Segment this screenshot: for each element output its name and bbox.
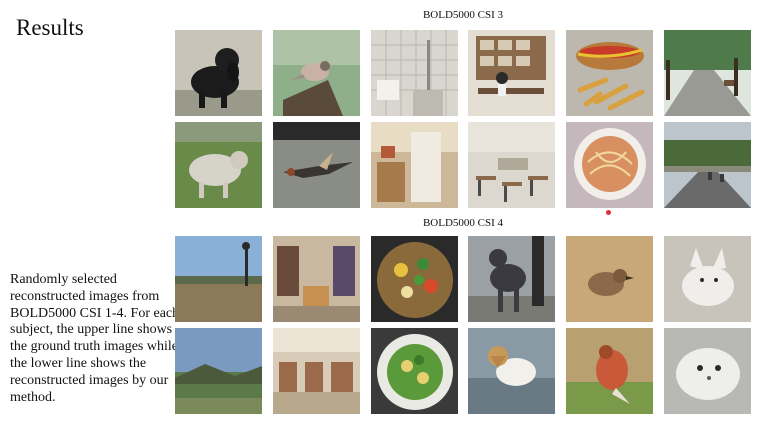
description-text: Randomly selected reconstructed images f…	[10, 272, 180, 405]
image-vegetable-stir-fry	[370, 236, 458, 322]
slide-title: Results	[16, 15, 84, 40]
image-small-bird-on-ground	[566, 236, 654, 322]
reconstructed-row	[175, 122, 751, 208]
image-tree-lined-path	[663, 30, 751, 116]
image-salad-plate	[370, 328, 458, 414]
image-field-with-tower	[175, 236, 262, 322]
image-black-dog-on-grass	[175, 30, 262, 116]
image-library-interior	[272, 236, 360, 322]
reconstructed-row	[175, 328, 751, 414]
section-label-csi3: BOLD5000 CSI 3	[422, 9, 504, 21]
image-office-desk-shelves	[468, 30, 556, 116]
image-grid-csi3	[175, 30, 751, 208]
section-label-csi4: BOLD5000 CSI 4	[422, 217, 504, 229]
image-restaurant-interior	[468, 122, 556, 208]
image-dog-in-water	[468, 328, 556, 414]
image-kitchen-interior	[370, 122, 458, 208]
image-white-fox	[663, 236, 751, 322]
image-tiled-bathroom	[370, 30, 458, 116]
image-noodle-dish	[566, 122, 654, 208]
image-white-furry-animal	[663, 328, 751, 414]
image-grid-csi4	[175, 236, 751, 414]
image-hot-dog-with-fries	[566, 30, 654, 116]
image-road-with-trees	[663, 122, 751, 208]
marker-dot	[606, 210, 611, 215]
ground-truth-row	[175, 236, 751, 322]
image-bird-painting	[566, 328, 654, 414]
image-bird-on-branch	[272, 30, 360, 116]
image-dark-dog-standing	[468, 236, 556, 322]
image-flying-bird	[272, 122, 360, 208]
image-store-interior	[272, 328, 360, 414]
image-field-landscape	[175, 328, 262, 414]
image-sheep-on-grass	[175, 122, 262, 208]
ground-truth-row	[175, 30, 751, 116]
